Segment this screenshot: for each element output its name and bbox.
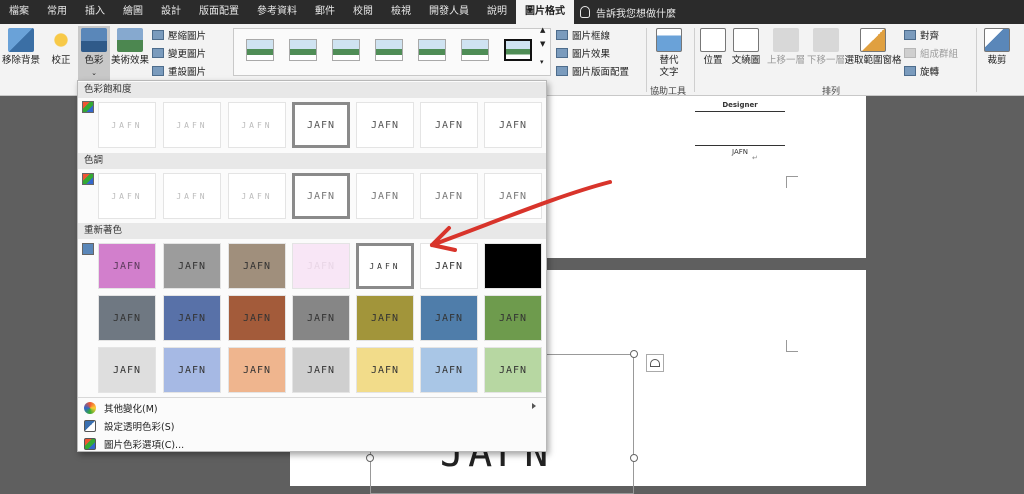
annotation-arrow [430, 180, 612, 252]
arrow-shaft [430, 180, 612, 247]
